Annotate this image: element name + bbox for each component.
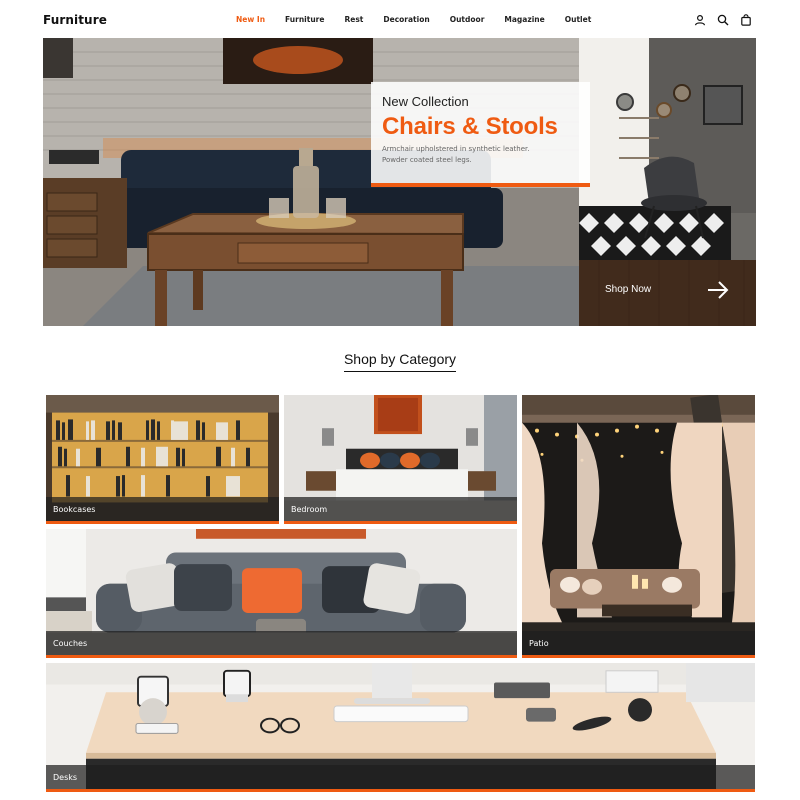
main-nav: New In Furniture Rest Decoration Outdoor… xyxy=(236,15,611,24)
hero-headline: Chairs & Stools xyxy=(382,113,558,140)
category-section-title-wrap: Shop by Category xyxy=(0,349,800,372)
header-actions xyxy=(694,14,752,26)
category-label-desks: Desks xyxy=(53,773,78,782)
category-label-bedroom: Bedroom xyxy=(291,505,328,514)
category-tile-couches[interactable]: Couches xyxy=(46,529,517,658)
nav-item-outdoor[interactable]: Outdoor xyxy=(450,15,485,24)
category-label-bookcases: Bookcases xyxy=(53,505,96,514)
hero-banner: New Collection Chairs & Stools Armchair … xyxy=(43,38,756,326)
hero-kicker: New Collection xyxy=(382,94,469,109)
cart-icon[interactable] xyxy=(740,14,752,26)
category-caption-bookcases: Bookcases xyxy=(46,497,279,521)
nav-item-decoration[interactable]: Decoration xyxy=(383,15,429,24)
category-label-couches: Couches xyxy=(53,639,88,648)
search-icon[interactable] xyxy=(717,14,729,26)
category-section-title: Shop by Category xyxy=(343,351,457,372)
shop-now-button[interactable]: Shop Now xyxy=(579,260,756,326)
shop-now-label: Shop Now xyxy=(605,284,652,295)
hero-description: Armchair upholstered in synthetic leathe… xyxy=(382,145,530,164)
hero-promo-card: New Collection Chairs & Stools Armchair … xyxy=(371,82,590,187)
category-tile-bookcases[interactable]: Bookcases xyxy=(46,395,279,524)
category-caption-desks: Desks xyxy=(46,765,755,789)
patio-image xyxy=(522,395,755,655)
nav-item-magazine[interactable]: Magazine xyxy=(504,15,544,24)
category-tile-bedroom[interactable]: Bedroom xyxy=(284,395,517,524)
category-label-patio: Patio xyxy=(529,639,549,648)
category-tile-patio[interactable]: Patio xyxy=(522,395,755,658)
nav-item-new-in[interactable]: New In xyxy=(236,15,265,24)
nav-item-rest[interactable]: Rest xyxy=(344,15,363,24)
category-caption-bedroom: Bedroom xyxy=(284,497,517,521)
category-tile-desks[interactable]: Desks xyxy=(46,663,755,792)
user-icon[interactable] xyxy=(694,14,706,26)
category-caption-patio: Patio xyxy=(522,631,755,655)
nav-item-outlet[interactable]: Outlet xyxy=(565,15,592,24)
site-header: Furniture New In Furniture Rest Decorati… xyxy=(0,0,800,38)
arrow-right-icon xyxy=(708,281,729,299)
site-logo[interactable]: Furniture xyxy=(43,13,107,27)
nav-item-furniture[interactable]: Furniture xyxy=(285,15,324,24)
category-caption-couches: Couches xyxy=(46,631,517,655)
